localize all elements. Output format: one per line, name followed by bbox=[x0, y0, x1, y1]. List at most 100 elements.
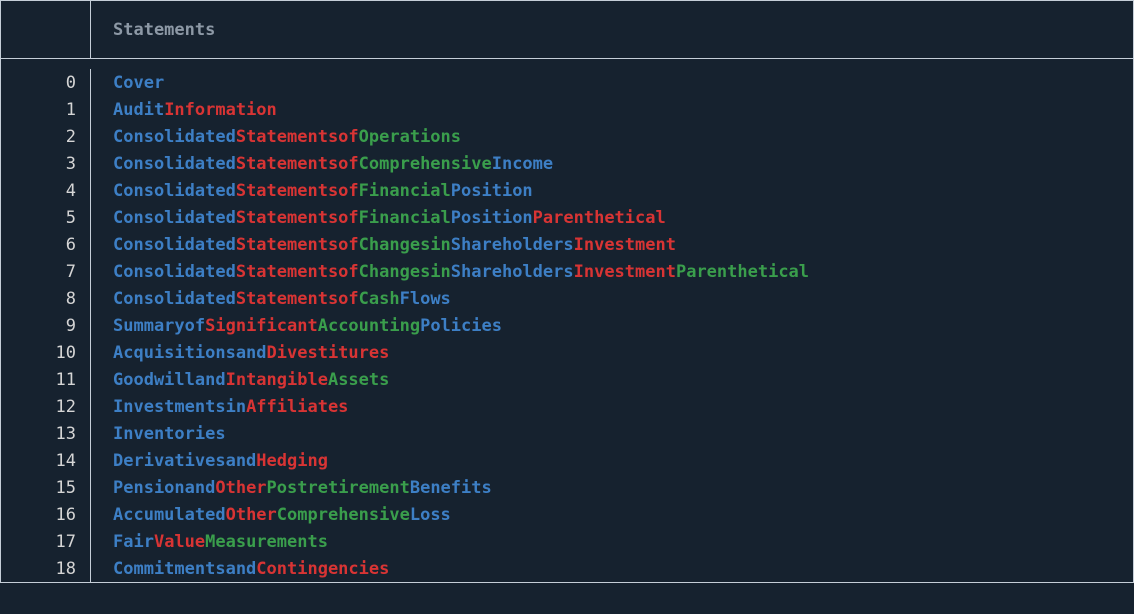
word-segment: Value bbox=[154, 532, 205, 552]
row-index-cell: 3 bbox=[1, 150, 91, 177]
word-segment: Consolidated bbox=[113, 235, 236, 255]
table-row: 9 SummaryofSignificantAccountingPolicies bbox=[1, 312, 1133, 339]
row-index-cell: 8 bbox=[1, 285, 91, 312]
word-segment: Statementsof bbox=[236, 181, 359, 201]
word-segment: Statementsof bbox=[236, 127, 359, 147]
word-segment: Operations bbox=[359, 127, 461, 147]
word-segment: Derivativesand bbox=[113, 451, 256, 471]
row-index-cell: 14 bbox=[1, 447, 91, 474]
word-segment: Accounting bbox=[318, 316, 420, 336]
table-row: 10 AcquisitionsandDivestitures bbox=[1, 339, 1133, 366]
word-segment: Consolidated bbox=[113, 289, 236, 309]
row-value-cell: ConsolidatedStatementsofChangesinShareho… bbox=[91, 262, 1133, 282]
index-header-cell bbox=[1, 1, 91, 58]
word-segment: Commitmentsand bbox=[113, 559, 256, 579]
word-segment: Statementsof bbox=[236, 154, 359, 174]
row-value-cell: ConsolidatedStatementsofFinancialPositio… bbox=[91, 208, 1133, 228]
word-segment: Consolidated bbox=[113, 181, 236, 201]
row-index-cell: 7 bbox=[1, 258, 91, 285]
row-value-cell: InvestmentsinAffiliates bbox=[91, 397, 1133, 417]
table-row: 17FairValueMeasurements bbox=[1, 528, 1133, 555]
word-segment: Parenthetical bbox=[533, 208, 666, 228]
table-row: 4ConsolidatedStatementsofFinancialPositi… bbox=[1, 177, 1133, 204]
table-row: 8ConsolidatedStatementsofCashFlows bbox=[1, 285, 1133, 312]
row-value-cell: AccumulatedOtherComprehensiveLoss bbox=[91, 505, 1133, 525]
row-index-cell: 10 bbox=[1, 339, 91, 366]
row-value-cell: Inventories bbox=[91, 424, 1133, 444]
table-row: 5ConsolidatedStatementsofFinancialPositi… bbox=[1, 204, 1133, 231]
word-segment: Policies bbox=[420, 316, 502, 336]
table-row: 6ConsolidatedStatementsofChangesinShareh… bbox=[1, 231, 1133, 258]
word-segment: Measurements bbox=[205, 532, 328, 552]
word-segment: Changesin bbox=[359, 235, 451, 255]
row-value-cell: FairValueMeasurements bbox=[91, 532, 1133, 552]
row-index-cell: 15 bbox=[1, 474, 91, 501]
word-segment: Contingencies bbox=[256, 559, 389, 579]
word-segment: Shareholders bbox=[451, 262, 574, 282]
word-segment: Consolidated bbox=[113, 262, 236, 282]
word-segment: Affiliates bbox=[246, 397, 348, 417]
word-segment: Summaryof bbox=[113, 316, 205, 336]
row-index-cell: 11 bbox=[1, 366, 91, 393]
row-value-cell: ConsolidatedStatementsofChangesinShareho… bbox=[91, 235, 1133, 255]
row-index-cell: 6 bbox=[1, 231, 91, 258]
row-value-cell: ConsolidatedStatementsofOperations bbox=[91, 127, 1133, 147]
row-index-cell: 18 bbox=[1, 555, 91, 582]
word-segment: Consolidated bbox=[113, 127, 236, 147]
word-segment: Information bbox=[164, 100, 277, 120]
table-row: 11GoodwillandIntangibleAssets bbox=[1, 366, 1133, 393]
word-segment: Intangible bbox=[226, 370, 328, 390]
table-row: 2ConsolidatedStatementsofOperations bbox=[1, 123, 1133, 150]
column-header-cell: Statements bbox=[91, 20, 1133, 40]
word-segment: Audit bbox=[113, 100, 164, 120]
word-segment: Financial bbox=[359, 208, 451, 228]
row-index-cell: 0 bbox=[1, 69, 91, 96]
row-value-cell: ConsolidatedStatementsofFinancialPositio… bbox=[91, 181, 1133, 201]
row-index-cell: 12 bbox=[1, 393, 91, 420]
word-segment: Hedging bbox=[256, 451, 328, 471]
row-index-cell: 5 bbox=[1, 204, 91, 231]
row-value-cell: ConsolidatedStatementsofComprehensiveInc… bbox=[91, 154, 1133, 174]
dataframe-table: Statements 0Cover1AuditInformation2Conso… bbox=[0, 0, 1134, 583]
word-segment: Goodwilland bbox=[113, 370, 226, 390]
row-value-cell: GoodwillandIntangibleAssets bbox=[91, 370, 1133, 390]
word-segment: Income bbox=[492, 154, 553, 174]
word-segment: Acquisitionsand bbox=[113, 343, 267, 363]
word-segment: Shareholders bbox=[451, 235, 574, 255]
row-index-cell: 16 bbox=[1, 501, 91, 528]
table-row: 1 AuditInformation bbox=[1, 96, 1133, 123]
word-segment: Inventories bbox=[113, 424, 226, 444]
row-value-cell: DerivativesandHedging bbox=[91, 451, 1133, 471]
word-segment: Consolidated bbox=[113, 208, 236, 228]
word-segment: Cover bbox=[113, 73, 164, 93]
row-value-cell: CommitmentsandContingencies bbox=[91, 559, 1133, 579]
row-index-cell: 17 bbox=[1, 528, 91, 555]
word-segment: Consolidated bbox=[113, 154, 236, 174]
table-row: 14DerivativesandHedging bbox=[1, 447, 1133, 474]
word-segment: Parenthetical bbox=[676, 262, 809, 282]
word-segment: Benefits bbox=[410, 478, 492, 498]
word-segment: Loss bbox=[410, 505, 451, 525]
word-segment: Significant bbox=[205, 316, 318, 336]
table-row: 3ConsolidatedStatementsofComprehensiveIn… bbox=[1, 150, 1133, 177]
row-index-cell: 4 bbox=[1, 177, 91, 204]
word-segment: Assets bbox=[328, 370, 389, 390]
word-segment: Statementsof bbox=[236, 262, 359, 282]
table-row: 16AccumulatedOtherComprehensiveLoss bbox=[1, 501, 1133, 528]
word-segment: Divestitures bbox=[267, 343, 390, 363]
row-value-cell: Cover bbox=[91, 73, 1133, 93]
word-segment: Statementsof bbox=[236, 208, 359, 228]
table-body: 0Cover1AuditInformation2ConsolidatedStat… bbox=[1, 59, 1133, 582]
row-index-cell: 9 bbox=[1, 312, 91, 339]
word-segment: Comprehensive bbox=[277, 505, 410, 525]
word-segment: Position bbox=[451, 208, 533, 228]
word-segment: Pensionand bbox=[113, 478, 215, 498]
table-row: 15PensionandOtherPostretirementBenefits bbox=[1, 474, 1133, 501]
row-index-cell: 2 bbox=[1, 123, 91, 150]
row-value-cell: ConsolidatedStatementsofCashFlows bbox=[91, 289, 1133, 309]
row-index-cell: 1 bbox=[1, 96, 91, 123]
table-row: 12InvestmentsinAffiliates bbox=[1, 393, 1133, 420]
word-segment: Flows bbox=[400, 289, 451, 309]
word-segment: Accumulated bbox=[113, 505, 226, 525]
word-segment: Other bbox=[215, 478, 266, 498]
